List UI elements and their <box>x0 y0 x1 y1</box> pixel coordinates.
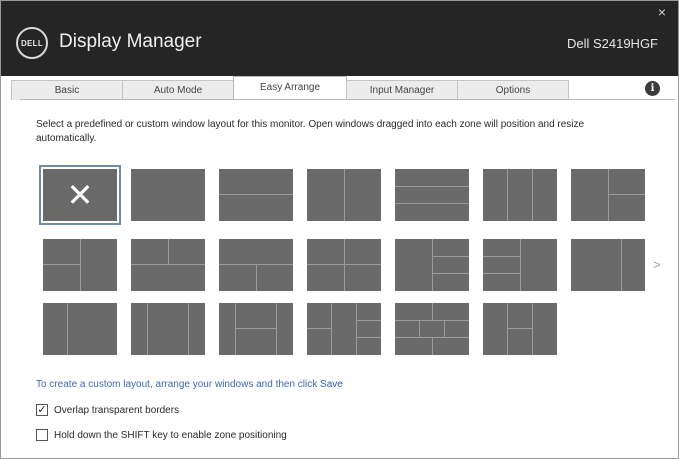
layout-2-rows[interactable] <box>219 169 293 221</box>
tab-options[interactable]: Options <box>457 80 569 100</box>
instructions-text: Select a predefined or custom window lay… <box>36 119 585 144</box>
custom-layout-hint: To create a custom layout, arrange your … <box>36 379 343 390</box>
app-title: Display Manager <box>59 31 202 52</box>
overlap-borders-option[interactable]: ✓ Overlap transparent borders <box>36 403 179 417</box>
shift-key-option[interactable]: Hold down the SHIFT key to enable zone p… <box>36 428 287 442</box>
dell-logo: DELL <box>16 27 48 59</box>
layout-mixed-grid[interactable] <box>307 303 381 355</box>
overlap-borders-label: Overlap transparent borders <box>54 404 180 416</box>
tab-strip: Basic Auto Mode Easy Arrange Input Manag… <box>1 76 678 100</box>
layout-wide-center[interactable] <box>131 303 205 355</box>
save-link[interactable]: Save <box>320 379 343 390</box>
layout-2-columns[interactable] <box>307 169 381 221</box>
custom-layout-hint-text: To create a custom layout, arrange your … <box>36 379 318 390</box>
layout-top-1-bottom-2[interactable] <box>219 239 293 291</box>
tab-auto-mode[interactable]: Auto Mode <box>122 80 234 100</box>
tab-basic[interactable]: Basic <box>11 80 123 100</box>
layout-3-columns[interactable] <box>483 169 557 221</box>
layout-3-rows[interactable] <box>395 169 469 221</box>
none-x-icon: ✕ <box>66 176 94 214</box>
shift-key-checkbox[interactable] <box>36 429 48 441</box>
title-bar: DELL Display Manager Dell S2419HGF × <box>1 1 678 76</box>
layout-3-columns-split[interactable] <box>483 303 557 355</box>
tab-easy-arrange[interactable]: Easy Arrange <box>233 76 347 100</box>
close-button[interactable]: × <box>654 4 670 20</box>
layout-none[interactable]: ✕ <box>39 165 121 225</box>
info-icon[interactable]: i <box>645 81 660 96</box>
shift-key-label: Hold down the SHIFT key to enable zone p… <box>54 429 287 441</box>
monitor-name: Dell S2419HGF <box>566 36 658 51</box>
display-manager-window: DELL Display Manager Dell S2419HGF × Bas… <box>0 0 679 459</box>
layout-narrow-left-wide-right[interactable] <box>43 303 117 355</box>
layout-left-1-right-3[interactable] <box>395 239 469 291</box>
overlap-borders-checkbox[interactable]: ✓ <box>36 404 48 416</box>
layout-1-left-2-right[interactable] <box>571 169 645 221</box>
tab-input-manager[interactable]: Input Manager <box>346 80 458 100</box>
layout-center-split[interactable] <box>219 303 293 355</box>
layout-left-3-right-1[interactable] <box>483 239 557 291</box>
layout-wide-left-narrow-right[interactable] <box>571 239 645 291</box>
layout-quad[interactable] <box>307 239 381 291</box>
next-page-arrow-icon[interactable]: > <box>653 257 661 272</box>
layout-full[interactable] <box>131 169 205 221</box>
layout-top-2-bottom-1[interactable] <box>131 239 205 291</box>
layout-2-left-1-right[interactable] <box>43 239 117 291</box>
layout-six-zones[interactable] <box>395 303 469 355</box>
